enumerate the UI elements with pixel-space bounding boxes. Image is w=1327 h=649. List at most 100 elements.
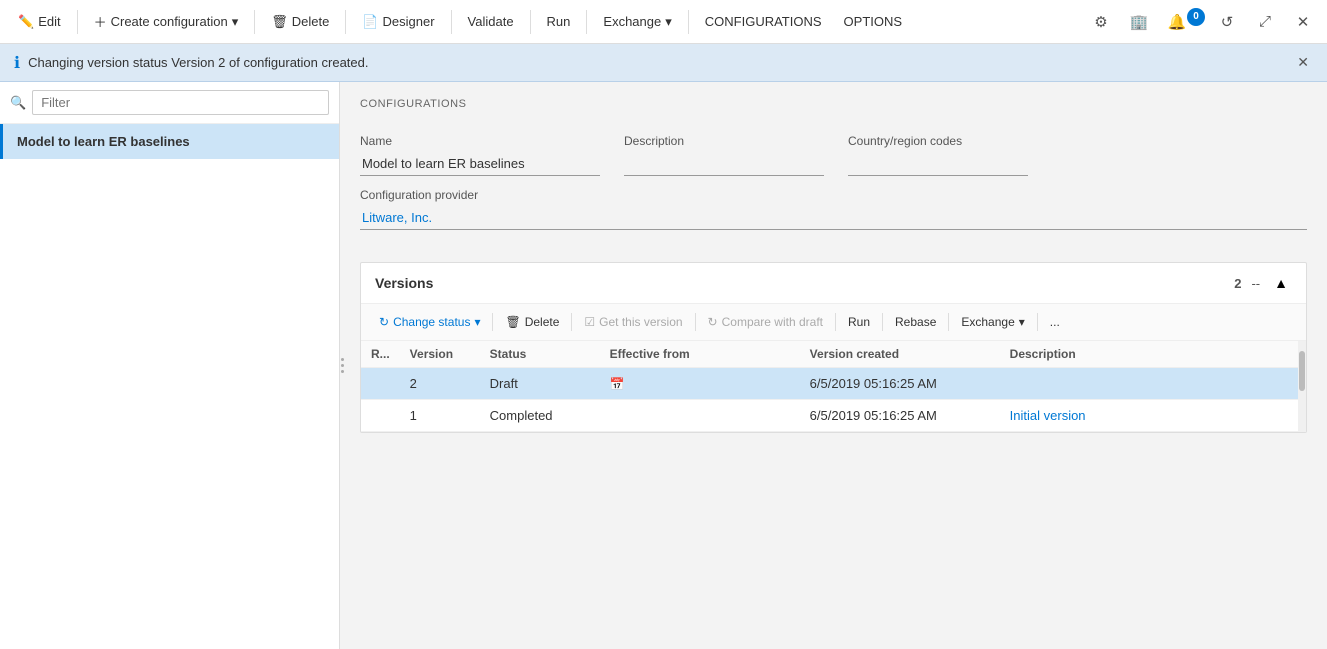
versions-panel: Versions 2 -- ▲ ↻ Change status ▾ 🗑 Dele… [360, 262, 1307, 433]
change-status-chevron-icon: ▾ [474, 315, 480, 329]
versions-exchange-button[interactable]: Exchange ▾ [953, 310, 1032, 334]
options-nav-button[interactable]: OPTIONS [834, 8, 913, 35]
versions-header-right: 2 -- ▲ [1234, 273, 1292, 293]
col-header-r: R... [361, 341, 400, 368]
rebase-button[interactable]: Rebase [887, 310, 944, 334]
vtb-sep-3 [695, 313, 696, 331]
change-status-button[interactable]: ↻ Change status ▾ [371, 310, 488, 334]
scroll-thumb[interactable] [1299, 351, 1305, 391]
cell-version-created: 6/5/2019 05:16:25 AM [800, 400, 1000, 432]
refresh-icon-button[interactable]: ↺ [1211, 6, 1243, 38]
versions-delete-button[interactable]: 🗑 Delete [497, 310, 567, 334]
toolbar-separator-3 [345, 10, 346, 34]
versions-run-button[interactable]: Run [840, 310, 878, 334]
toolbar-right-icons: ⚙ 🏢 🔔 0 ↺ ⤢ ✕ [1085, 6, 1319, 38]
sidebar-item-model[interactable]: Model to learn ER baselines [0, 124, 339, 159]
get-version-icon: ☑ [584, 315, 595, 329]
exchange-chevron-icon: ▾ [665, 14, 672, 30]
close-icon-button[interactable]: ✕ [1287, 6, 1319, 38]
cell-version: 1 [400, 400, 480, 432]
provider-value[interactable]: Litware, Inc. [360, 206, 1307, 230]
compare-with-draft-button[interactable]: ↻ Compare with draft [700, 310, 831, 334]
cell-description [1000, 368, 1306, 400]
col-header-effective-from: Effective from [600, 341, 800, 368]
create-configuration-button[interactable]: ＋ Create configuration ▾ [84, 6, 249, 37]
configurations-nav-button[interactable]: CONFIGURATIONS [695, 8, 832, 35]
versions-table-container: R... Version Status Effective from Versi… [361, 341, 1306, 432]
cell-version-created: 6/5/2019 05:16:25 AM [800, 368, 1000, 400]
cell-description: Initial version [1000, 400, 1306, 432]
scroll-track [1298, 341, 1306, 432]
run-button[interactable]: Run [537, 8, 581, 35]
designer-button[interactable]: 📄 Designer [352, 8, 444, 36]
office-icon-button[interactable]: 🏢 [1123, 6, 1155, 38]
vtb-sep-4 [835, 313, 836, 331]
versions-header: Versions 2 -- ▲ [361, 263, 1306, 304]
delete-icon: 🗑 [271, 14, 288, 30]
description-field: Description [624, 134, 824, 176]
col-header-description: Description [1000, 341, 1306, 368]
toolbar-separator-7 [688, 10, 689, 34]
versions-count: 2 [1234, 276, 1241, 291]
validate-button[interactable]: Validate [458, 8, 524, 35]
notification-close-button[interactable]: ✕ [1293, 52, 1313, 73]
provider-label: Configuration provider [360, 188, 1307, 202]
versions-collapse-button[interactable]: ▲ [1270, 273, 1292, 293]
configurations-section-label: CONFIGURATIONS [360, 98, 1307, 110]
refresh-icon: ↻ [379, 315, 389, 329]
vtb-sep-6 [948, 313, 949, 331]
table-row[interactable]: 1Completed6/5/2019 05:16:25 AMInitial ve… [361, 400, 1306, 432]
versions-title: Versions [375, 275, 433, 291]
info-icon: ℹ [14, 53, 20, 73]
exchange-button[interactable]: Exchange ▾ [593, 8, 681, 36]
toolbar-separator-5 [530, 10, 531, 34]
versions-exchange-chevron-icon: ▾ [1019, 315, 1025, 329]
delete-versions-icon: 🗑 [505, 315, 520, 329]
vtb-sep-1 [492, 313, 493, 331]
cell-r [361, 368, 400, 400]
name-value: Model to learn ER baselines [360, 152, 600, 176]
col-header-version: Version [400, 341, 480, 368]
description-value [624, 152, 824, 176]
sidebar-resize-handle[interactable] [338, 342, 346, 390]
vtb-sep-5 [882, 313, 883, 331]
table-row[interactable]: 2Draft📅6/5/2019 05:16:25 AM [361, 368, 1306, 400]
cell-effective-from [600, 400, 800, 432]
calendar-icon[interactable]: 📅 [610, 377, 625, 391]
form-row-1: Name Model to learn ER baselines Descrip… [360, 134, 1307, 176]
country-field: Country/region codes [848, 134, 1028, 176]
more-options-button[interactable]: ... [1042, 310, 1068, 334]
name-label: Name [360, 134, 600, 148]
col-header-status: Status [480, 341, 600, 368]
toolbar-separator-6 [586, 10, 587, 34]
designer-icon: 📄 [362, 14, 378, 30]
settings-icon-button[interactable]: ⚙ [1085, 6, 1117, 38]
get-this-version-button[interactable]: ☑ Get this version [576, 310, 690, 334]
vtb-sep-7 [1037, 313, 1038, 331]
col-header-version-created: Version created [800, 341, 1000, 368]
compare-icon: ↻ [708, 315, 718, 329]
edit-icon: ✏️ [18, 14, 34, 30]
edit-button[interactable]: ✏️ Edit [8, 8, 71, 36]
table-header-row: R... Version Status Effective from Versi… [361, 341, 1306, 368]
maximize-icon-button[interactable]: ⤢ [1249, 6, 1281, 38]
versions-table: R... Version Status Effective from Versi… [361, 341, 1306, 432]
plus-icon: ＋ [94, 12, 107, 31]
notification-text: Changing version status Version 2 of con… [28, 55, 1285, 70]
delete-button[interactable]: 🗑 Delete [261, 8, 339, 36]
cell-version: 2 [400, 368, 480, 400]
name-field: Name Model to learn ER baselines [360, 134, 600, 176]
main-layout: 🔍 Model to learn ER baselines CONFIGURAT… [0, 82, 1327, 649]
filter-input[interactable] [32, 90, 329, 115]
toolbar-separator-2 [254, 10, 255, 34]
cell-r [361, 400, 400, 432]
search-icon: 🔍 [10, 95, 26, 111]
country-value [848, 152, 1028, 176]
versions-dash: -- [1251, 276, 1260, 291]
main-toolbar: ✏️ Edit ＋ Create configuration ▾ 🗑 Delet… [0, 0, 1327, 44]
cell-effective-from: 📅 [600, 368, 800, 400]
content-area: CONFIGURATIONS Name Model to learn ER ba… [340, 82, 1327, 649]
notification-bar: ℹ Changing version status Version 2 of c… [0, 44, 1327, 82]
provider-row: Configuration provider Litware, Inc. [360, 188, 1307, 230]
country-label: Country/region codes [848, 134, 1028, 148]
